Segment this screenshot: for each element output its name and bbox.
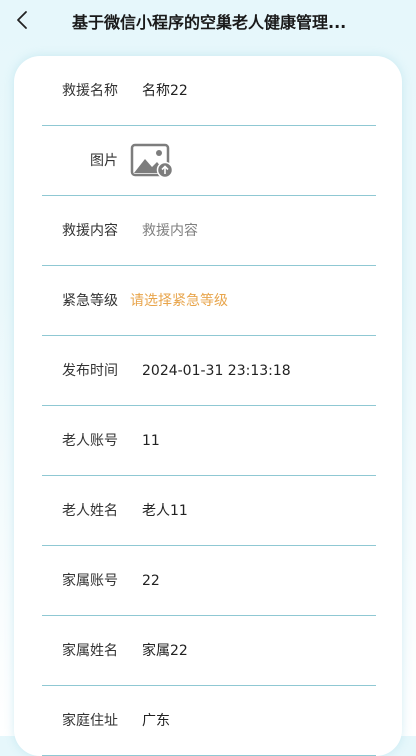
form-row-elder-account: 老人账号 11 <box>42 406 376 476</box>
form-row-image: 图片 <box>42 126 376 196</box>
rescue-name-value: 名称22 <box>142 83 188 99</box>
field-label: 老人姓名 <box>62 503 118 519</box>
form-row-rescue-content: 救援内容 救援内容 <box>42 196 376 266</box>
back-button[interactable] <box>6 4 38 36</box>
family-name-value: 家属22 <box>142 643 188 659</box>
field-label: 家属账号 <box>62 573 118 589</box>
image-upload[interactable] <box>130 143 174 179</box>
field-label: 紧急等级 <box>62 293 118 309</box>
home-address-value: 广东 <box>142 713 170 729</box>
rescue-content-input[interactable]: 救援内容 <box>142 196 198 266</box>
form-row-publish-time: 发布时间 2024-01-31 23:13:18 <box>42 336 376 406</box>
form-row-urgency-level: 紧急等级 请选择紧急等级 <box>42 266 376 336</box>
field-label: 救援内容 <box>62 223 118 239</box>
form-row-home-address: 家庭住址 广东 <box>42 686 376 756</box>
field-label: 家属姓名 <box>62 643 118 659</box>
field-label: 发布时间 <box>62 363 118 379</box>
field-label: 家庭住址 <box>62 713 118 729</box>
form-row-family-name: 家属姓名 家属22 <box>42 616 376 686</box>
field-label: 救援名称 <box>62 83 118 99</box>
urgency-level-select[interactable]: 请选择紧急等级 <box>130 266 228 336</box>
field-label: 老人账号 <box>62 433 118 449</box>
form-row-family-account: 家属账号 22 <box>42 546 376 616</box>
elder-account-value: 11 <box>142 433 160 449</box>
family-account-value: 22 <box>142 573 160 589</box>
page-title: 基于微信小程序的空巢老人健康管理... <box>72 13 347 32</box>
image-upload-icon <box>130 143 174 179</box>
chevron-left-icon <box>17 11 27 29</box>
form-card: 救援名称 名称22 图片 救援内容 救援内容 紧急等级 请选择紧急等级 发布时间… <box>14 56 402 756</box>
elder-name-value: 老人11 <box>142 503 188 519</box>
field-label: 图片 <box>90 153 118 169</box>
publish-time-value: 2024-01-31 23:13:18 <box>142 363 291 379</box>
form-row-rescue-name: 救援名称 名称22 <box>42 56 376 126</box>
form-row-elder-name: 老人姓名 老人11 <box>42 476 376 546</box>
header-bar: 基于微信小程序的空巢老人健康管理... <box>0 0 416 40</box>
